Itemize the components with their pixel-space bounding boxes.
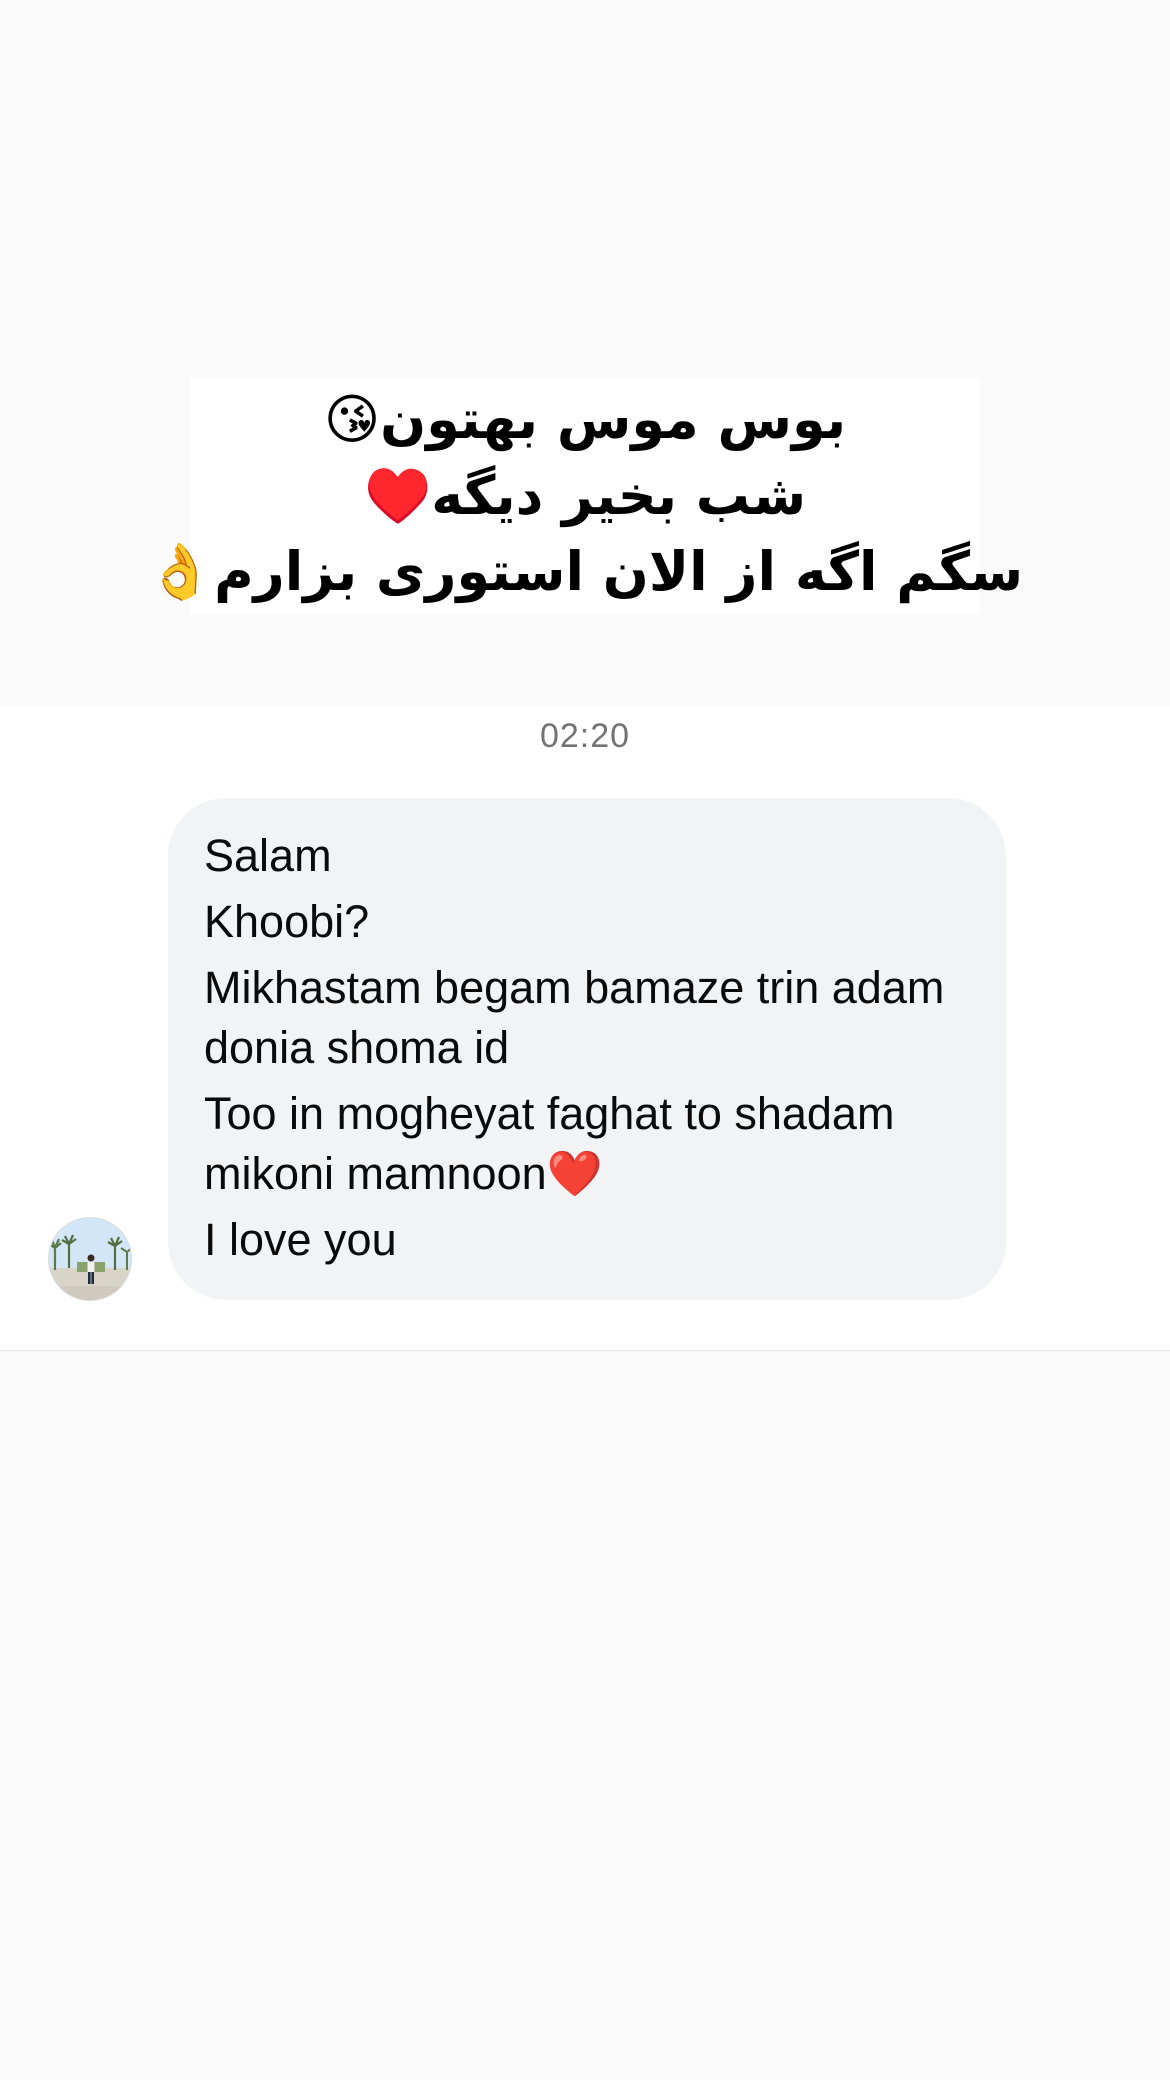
chat-screen: بوس موس بهتون😘 شب بخیر دیگه♥️ سگم اگه از… [0,0,1170,2080]
message-line-4: Too in mogheyat faghat to shadam mikoni … [204,1088,895,1199]
sender-avatar[interactable] [48,1217,132,1301]
profile-photo-icon [49,1218,131,1300]
message-line-3: Mikhastam begam bamaze trin adam donia s… [204,962,945,1073]
message-line-5: I love you [204,1214,397,1265]
message-timestamp: 02:20 [539,717,631,755]
text-image-line-3: سگم اگه از الان استوری بزارم👌 [146,540,1024,603]
shared-text-image[interactable]: بوس موس بهتون😘 شب بخیر دیگه♥️ سگم اگه از… [147,378,1023,614]
text-image-line-1: بوس موس بهتون😘 [323,388,847,451]
received-message-bubble[interactable]: Salam Khoobi? Mikhastam begam bamaze tri… [168,798,1006,1300]
empty-area [0,1351,1170,2080]
text-image-line-2: شب بخیر دیگه♥️ [363,464,807,527]
message-line-2: Khoobi? [204,896,370,947]
message-line-1: Salam [204,830,332,881]
